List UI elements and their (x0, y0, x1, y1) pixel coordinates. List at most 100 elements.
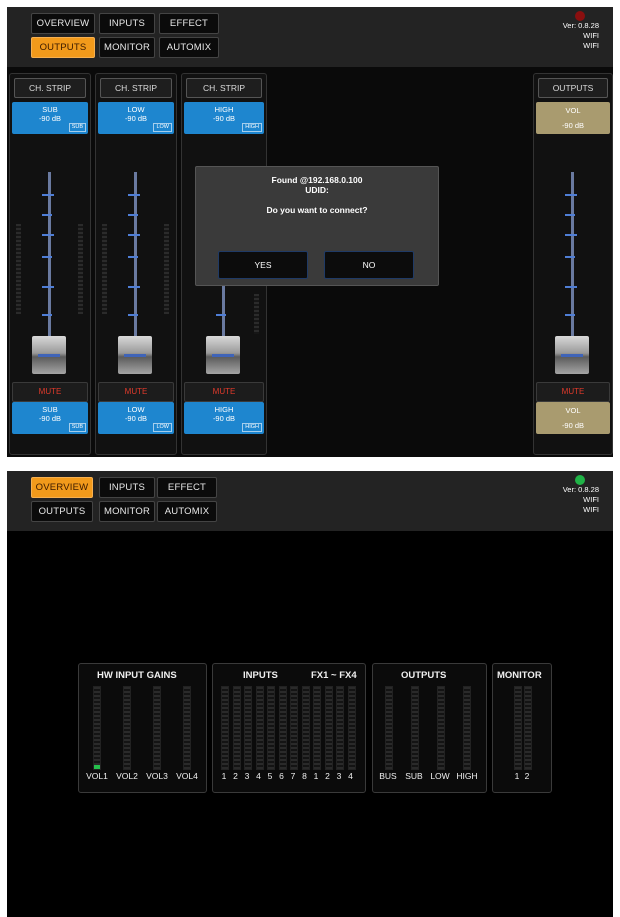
outputs-button[interactable]: OUTPUTS (538, 78, 608, 98)
fx-title: FX1 ~ FX4 (311, 670, 357, 681)
ch-strip-button[interactable]: CH. STRIP (14, 78, 86, 98)
fx-2-meter[interactable] (324, 686, 333, 770)
vol1-meter[interactable] (93, 686, 101, 770)
fader-scale (42, 286, 54, 288)
tab-overview[interactable]: OVERVIEW (31, 13, 95, 34)
input-7-meter[interactable] (290, 686, 298, 770)
fader-handle[interactable] (555, 336, 589, 374)
version-text: Ver: 0.8.28 (562, 21, 599, 30)
input-4-label: 4 (256, 771, 261, 781)
fader-scale (565, 194, 577, 196)
channel-tag: HIGH (242, 423, 262, 432)
fx-3-label: 3 (336, 771, 342, 781)
channel-value: -90 dB (561, 121, 585, 130)
vol3-meter[interactable] (153, 686, 161, 770)
input-1-meter[interactable] (221, 686, 229, 770)
version-info: Ver: 0.8.28 WIFI WIFI (563, 485, 599, 515)
fader-scale (565, 234, 577, 236)
channel-strip-sub: CH. STRIP SUB -90 dB SUB MUTE SUB -90 dB… (9, 73, 91, 455)
channel-name: HIGH (214, 105, 234, 114)
fader-scale (565, 286, 577, 288)
fader-handle[interactable] (118, 336, 152, 374)
channel-name: SUB (42, 105, 58, 114)
mute-button[interactable]: MUTE (12, 382, 88, 402)
fader-scale (42, 214, 52, 216)
tab-inputs[interactable]: INPUTS (99, 13, 155, 34)
vol4-meter[interactable] (183, 686, 191, 770)
fader-scale (42, 194, 54, 196)
mute-button[interactable]: MUTE (536, 382, 610, 402)
fader-scale (565, 314, 575, 316)
level-meter (78, 224, 83, 314)
high-meter[interactable] (463, 686, 471, 770)
wifi-text: WIFI (583, 505, 599, 514)
low-label: LOW (430, 771, 450, 781)
ch-strip-button[interactable]: CH. STRIP (100, 78, 172, 98)
input-3-meter[interactable] (244, 686, 252, 770)
sub-volume-display[interactable]: SUB -90 dB SUB (12, 402, 88, 434)
input-5-meter[interactable] (267, 686, 275, 770)
channel-name: HIGH (214, 405, 234, 414)
fader-handle[interactable] (206, 336, 240, 374)
udid-text: UDID: (305, 185, 329, 195)
low-meter[interactable] (437, 686, 445, 770)
output-volume-display[interactable]: VOL -90 dB (536, 102, 610, 134)
channel-tag: LOW (153, 123, 172, 132)
high-volume-display[interactable]: HIGH -90 dB HIGH (184, 402, 264, 434)
fader-scale (42, 314, 52, 316)
tab-overview[interactable]: OVERVIEW (31, 477, 93, 498)
fx-1-meter[interactable] (313, 686, 321, 770)
tab-outputs[interactable]: OUTPUTS (31, 37, 95, 58)
connection-status-icon (575, 11, 585, 21)
fader-scale (565, 256, 575, 258)
connect-dialog: Found @192.168.0.100 UDID: Do you want t… (195, 166, 439, 286)
sub-volume-display[interactable]: SUB -90 dB SUB (12, 102, 88, 134)
tab-inputs[interactable]: INPUTS (99, 477, 155, 498)
monitor-2-meter[interactable] (524, 686, 532, 770)
fx-4-meter[interactable] (347, 686, 356, 770)
inputs-fx-group: INPUTS FX1 ~ FX4 123456781234 (212, 663, 366, 793)
vol2-label: VOL2 (116, 771, 138, 781)
fx-1-label: 1 (313, 771, 319, 781)
tab-automix[interactable]: AUTOMIX (159, 37, 219, 58)
monitor-1-meter[interactable] (514, 686, 522, 770)
wifi-text: WIFI (583, 41, 599, 50)
wifi-text: WIFI (583, 495, 599, 504)
monitor-title: MONITOR (497, 670, 542, 681)
outputs-strip: OUTPUTS VOL -90 dB MUTE VOL -90 dB (533, 73, 613, 455)
fader-handle[interactable] (32, 336, 66, 374)
overview-screen: OVERVIEW INPUTS EFFECT OUTPUTS MONITOR A… (7, 471, 613, 917)
bus-meter[interactable] (385, 686, 393, 770)
input-8-meter[interactable] (301, 686, 310, 770)
input-2-meter[interactable] (232, 686, 241, 770)
tab-monitor[interactable]: MONITOR (99, 501, 155, 522)
yes-button[interactable]: YES (218, 251, 308, 279)
level-meter (164, 224, 169, 314)
tab-outputs[interactable]: OUTPUTS (31, 501, 93, 522)
low-volume-display[interactable]: LOW -90 dB LOW (98, 102, 174, 134)
tab-monitor[interactable]: MONITOR (99, 37, 155, 58)
level-meter (102, 224, 107, 314)
tab-effect[interactable]: EFFECT (157, 477, 217, 498)
version-info: Ver: 0.8.28 WIFI WIFI (563, 21, 599, 51)
no-button[interactable]: NO (324, 251, 414, 279)
tab-automix[interactable]: AUTOMIX (157, 501, 217, 522)
input-5-label: 5 (267, 771, 273, 781)
input-4-meter[interactable] (255, 686, 264, 770)
tab-effect[interactable]: EFFECT (159, 13, 219, 34)
fader-scale (42, 234, 54, 236)
fx-3-meter[interactable] (336, 686, 344, 770)
high-volume-display[interactable]: HIGH -90 dB HIGH (184, 102, 264, 134)
input-6-meter[interactable] (278, 686, 287, 770)
output-volume-display[interactable]: VOL -90 dB (536, 402, 610, 434)
channel-value: -90 dB (124, 114, 148, 123)
mute-button[interactable]: MUTE (98, 382, 174, 402)
vol2-meter[interactable] (123, 686, 131, 770)
channel-value: -90 dB (561, 421, 585, 430)
input-8-label: 8 (302, 771, 307, 781)
sub-meter[interactable] (411, 686, 419, 770)
mute-button[interactable]: MUTE (184, 382, 264, 402)
channel-name: LOW (127, 405, 145, 414)
ch-strip-button[interactable]: CH. STRIP (186, 78, 262, 98)
low-volume-display[interactable]: LOW -90 dB LOW (98, 402, 174, 434)
